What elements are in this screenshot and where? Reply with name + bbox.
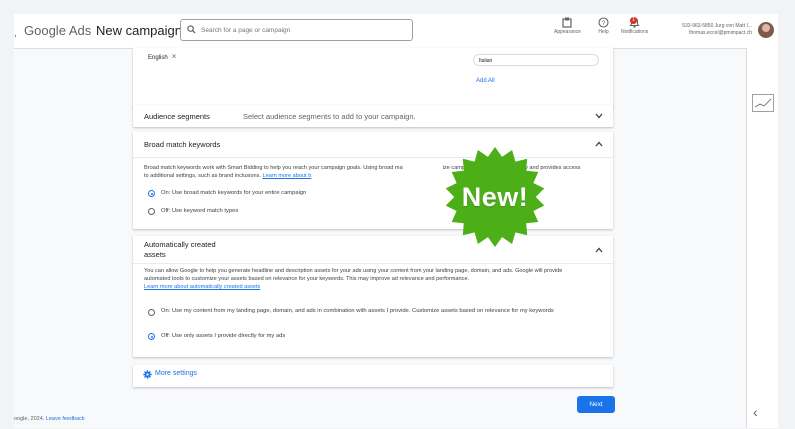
learn-more-broad-match-link[interactable]: Learn more about b [262, 173, 311, 179]
notifications-button[interactable]: 1 Notifications [621, 17, 648, 35]
app-window: , Google Ads New campaign Appearance ? H… [14, 14, 778, 428]
notification-count-badge: 1 [630, 17, 637, 24]
top-bar: , Google Ads New campaign Appearance ? H… [14, 14, 778, 49]
chevron-up-icon[interactable] [595, 141, 603, 147]
search-input[interactable] [201, 20, 406, 40]
broad-match-desc-text-1: Broad match keywords work with Smart Bid… [144, 165, 403, 171]
language-chip-english[interactable]: English × [143, 50, 181, 64]
gear-icon [143, 370, 152, 379]
page-title: New campaign [96, 23, 182, 38]
auto-assets-desc-text: You can allow Google to help you generat… [144, 268, 563, 282]
languages-card: English × Italian Add All [133, 48, 613, 108]
auto-assets-off-label[interactable]: Off: Use only assets I provide directly … [161, 332, 581, 340]
language-option-italian[interactable]: Italian [473, 54, 599, 66]
appearance-label: Appearance [554, 29, 581, 35]
help-button[interactable]: ? Help [598, 17, 609, 35]
audience-segments-subtitle: Select audience segments to add to your … [243, 112, 416, 121]
auto-assets-description: You can allow Google to help you generat… [144, 267, 584, 291]
account-id: 533-963-5850 Jurg von Matt I... [682, 23, 752, 29]
menu-dot[interactable]: , [14, 28, 17, 39]
appearance-icon [562, 17, 573, 28]
collapse-chevron-icon[interactable]: ‹ [753, 404, 758, 420]
auto-assets-title-line1: Automatically created [144, 240, 216, 249]
account-info[interactable]: 533-963-5850 Jurg von Matt I... thomas.e… [664, 23, 752, 37]
svg-text:?: ? [602, 20, 606, 27]
copyright-text: oogle, 2024. [14, 416, 45, 422]
next-button[interactable]: Next [577, 396, 615, 413]
audience-segments-card[interactable]: Audience segments Select audience segmen… [133, 105, 613, 127]
broad-match-on-radio[interactable] [148, 190, 155, 197]
audience-segments-title: Audience segments [144, 112, 210, 121]
search-icon [187, 25, 196, 34]
more-settings-card[interactable]: More settings [133, 365, 613, 387]
help-icon: ? [598, 17, 609, 28]
leave-feedback-link[interactable]: Leave feedback [46, 416, 85, 422]
chart-thumbnail-icon[interactable] [752, 94, 774, 112]
chevron-up-icon[interactable] [595, 247, 603, 253]
google-ads-logo[interactable]: Google Ads [24, 23, 91, 38]
broad-match-title: Broad match keywords [144, 140, 221, 149]
appearance-button[interactable]: Appearance [554, 17, 581, 35]
divider [133, 263, 613, 264]
search-box[interactable] [180, 19, 413, 41]
close-icon[interactable]: × [172, 52, 177, 61]
help-label: Help [598, 29, 609, 35]
broad-match-off-radio[interactable] [148, 208, 155, 215]
chip-label: English [148, 55, 168, 61]
auto-assets-on-label[interactable]: On: Use my content from my landing page,… [161, 307, 581, 315]
auto-assets-off-radio[interactable] [148, 333, 155, 340]
right-side-panel: ‹ [746, 48, 778, 428]
learn-more-auto-assets-link[interactable]: Learn more about automatically created a… [144, 284, 260, 290]
account-email: thomas.eccel@pmimpact.ch [689, 30, 752, 36]
new-badge-text: New! [461, 181, 529, 212]
auto-assets-card: Automatically created assets You can all… [133, 236, 613, 357]
avatar[interactable] [758, 22, 774, 38]
footer: oogle, 2024. Leave feedback [14, 416, 85, 422]
more-settings-link[interactable]: More settings [155, 370, 197, 377]
screen: , Google Ads New campaign Appearance ? H… [0, 0, 795, 429]
add-all-link[interactable]: Add All [476, 78, 495, 84]
auto-assets-title: Automatically created assets [144, 240, 216, 260]
auto-assets-title-line2: assets [144, 250, 166, 259]
auto-assets-on-radio[interactable] [148, 309, 155, 316]
notifications-label: Notifications [621, 29, 649, 35]
chevron-down-icon[interactable] [595, 113, 603, 119]
